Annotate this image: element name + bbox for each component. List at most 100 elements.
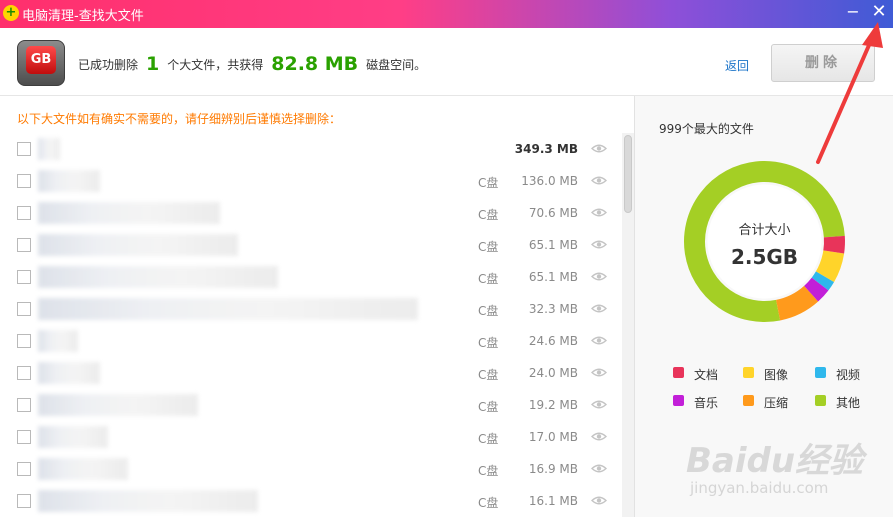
baidu-watermark: Baidu经验 jingyan.baidu.com: [686, 433, 876, 505]
file-size: 136.0 MB: [521, 174, 578, 188]
file-row[interactable]: C盘 16.1 MB: [0, 485, 620, 517]
file-drive: C盘: [478, 240, 499, 254]
file-checkbox[interactable]: [17, 462, 31, 476]
file-drive: C盘: [478, 272, 499, 286]
legend-label: 其他: [836, 396, 861, 410]
total-size-value: 2.5GB: [731, 245, 798, 269]
file-drive: C盘: [478, 400, 499, 414]
file-drive: C盘: [478, 208, 499, 222]
blurred-file-name: [38, 170, 100, 192]
file-checkbox[interactable]: [17, 302, 31, 316]
donut-center: [707, 184, 822, 299]
blurred-file-name: [38, 394, 198, 416]
blurred-file-name: [38, 298, 418, 320]
legend-swatch: [743, 395, 754, 406]
blurred-file-name: [38, 234, 238, 256]
file-drive: C盘: [478, 368, 499, 382]
app-logo-icon: +: [3, 5, 19, 21]
file-list: 349.3 MB C盘 136.0 MB C盘 70.6 MB C盘 65.1 MB C盘 65…: [0, 133, 620, 517]
window-title: 电脑清理-查找大文件: [22, 9, 144, 24]
close-button[interactable]: ✕: [870, 1, 888, 23]
minimize-button[interactable]: −: [846, 2, 860, 22]
donut-segment: [823, 235, 845, 254]
list-scrollbar[interactable]: [622, 133, 634, 517]
watermark-url: jingyan.baidu.com: [690, 479, 829, 497]
legend-swatch: [815, 367, 826, 378]
file-checkbox[interactable]: [17, 366, 31, 380]
file-checkbox[interactable]: [17, 270, 31, 284]
file-checkbox[interactable]: [17, 142, 31, 156]
preview-eye-icon[interactable]: [591, 207, 607, 218]
donut-segment: [803, 277, 829, 302]
blurred-file-name: [38, 138, 60, 160]
file-checkbox[interactable]: [17, 334, 31, 348]
file-row[interactable]: C盘 19.2 MB: [0, 389, 620, 421]
file-drive: C盘: [478, 176, 499, 190]
summary-prefix: 已成功删除: [78, 58, 139, 72]
watermark-text: Baidu经验: [686, 441, 864, 481]
donut-segment: [811, 271, 835, 291]
file-row[interactable]: C盘 32.3 MB: [0, 293, 620, 325]
preview-eye-icon[interactable]: [591, 303, 607, 314]
file-drive: C盘: [478, 432, 499, 446]
blurred-file-name: [38, 202, 220, 224]
preview-eye-icon[interactable]: [591, 271, 607, 282]
file-checkbox[interactable]: [17, 206, 31, 220]
file-drive: C盘: [478, 496, 499, 510]
preview-eye-icon[interactable]: [591, 399, 607, 410]
file-checkbox[interactable]: [17, 238, 31, 252]
file-row[interactable]: C盘 17.0 MB: [0, 421, 620, 453]
preview-eye-icon[interactable]: [591, 431, 607, 442]
back-link[interactable]: 返回: [725, 57, 749, 74]
legend-swatch: [743, 367, 754, 378]
legend-label: 压缩: [764, 396, 789, 410]
legend-label: 文档: [694, 368, 719, 382]
file-checkbox[interactable]: [17, 494, 31, 508]
preview-eye-icon[interactable]: [591, 367, 607, 378]
preview-eye-icon[interactable]: [591, 463, 607, 474]
disk-gb-icon: GB: [17, 40, 65, 86]
file-size: 65.1 MB: [528, 238, 578, 252]
file-checkbox[interactable]: [17, 398, 31, 412]
file-row[interactable]: C盘 136.0 MB: [0, 165, 620, 197]
donut-segment: [815, 249, 845, 282]
scroll-thumb[interactable]: [624, 135, 632, 213]
preview-eye-icon[interactable]: [591, 143, 607, 154]
legend-swatch: [673, 367, 684, 378]
freed-space: 82.8 MB: [271, 53, 359, 75]
preview-eye-icon[interactable]: [591, 335, 607, 346]
file-row[interactable]: C盘 65.1 MB: [0, 229, 620, 261]
file-row[interactable]: C盘 24.0 MB: [0, 357, 620, 389]
legend-label: 音乐: [694, 396, 719, 410]
total-size-label: 合计大小: [738, 223, 790, 238]
file-size: 65.1 MB: [528, 270, 578, 284]
deleted-count: 1: [146, 53, 160, 75]
file-size: 24.6 MB: [528, 334, 578, 348]
file-drive: C盘: [478, 464, 499, 478]
size-donut-chart: 合计大小 2.5GB: [684, 161, 845, 322]
blurred-file-name: [38, 330, 78, 352]
file-size: 32.3 MB: [528, 302, 578, 316]
file-drive: C盘: [478, 336, 499, 350]
file-size: 70.6 MB: [528, 206, 578, 220]
file-row[interactable]: 349.3 MB: [0, 133, 620, 165]
blurred-file-name: [38, 490, 258, 512]
delete-button[interactable]: 删除: [771, 44, 875, 82]
file-row[interactable]: C盘 70.6 MB: [0, 197, 620, 229]
file-size: 19.2 MB: [528, 398, 578, 412]
file-row[interactable]: C盘 16.9 MB: [0, 453, 620, 485]
blurred-file-name: [38, 266, 278, 288]
stats-title: 999个最大的文件: [659, 122, 754, 136]
file-checkbox[interactable]: [17, 430, 31, 444]
title-bar: + 电脑清理-查找大文件 − ✕: [0, 0, 893, 28]
blurred-file-name: [38, 362, 100, 384]
preview-eye-icon[interactable]: [591, 175, 607, 186]
file-size: 16.9 MB: [528, 462, 578, 476]
file-size: 349.3 MB: [514, 142, 578, 156]
donut-segment: [775, 285, 819, 321]
preview-eye-icon[interactable]: [591, 239, 607, 250]
preview-eye-icon[interactable]: [591, 495, 607, 506]
file-checkbox[interactable]: [17, 174, 31, 188]
file-row[interactable]: C盘 24.6 MB: [0, 325, 620, 357]
file-row[interactable]: C盘 65.1 MB: [0, 261, 620, 293]
